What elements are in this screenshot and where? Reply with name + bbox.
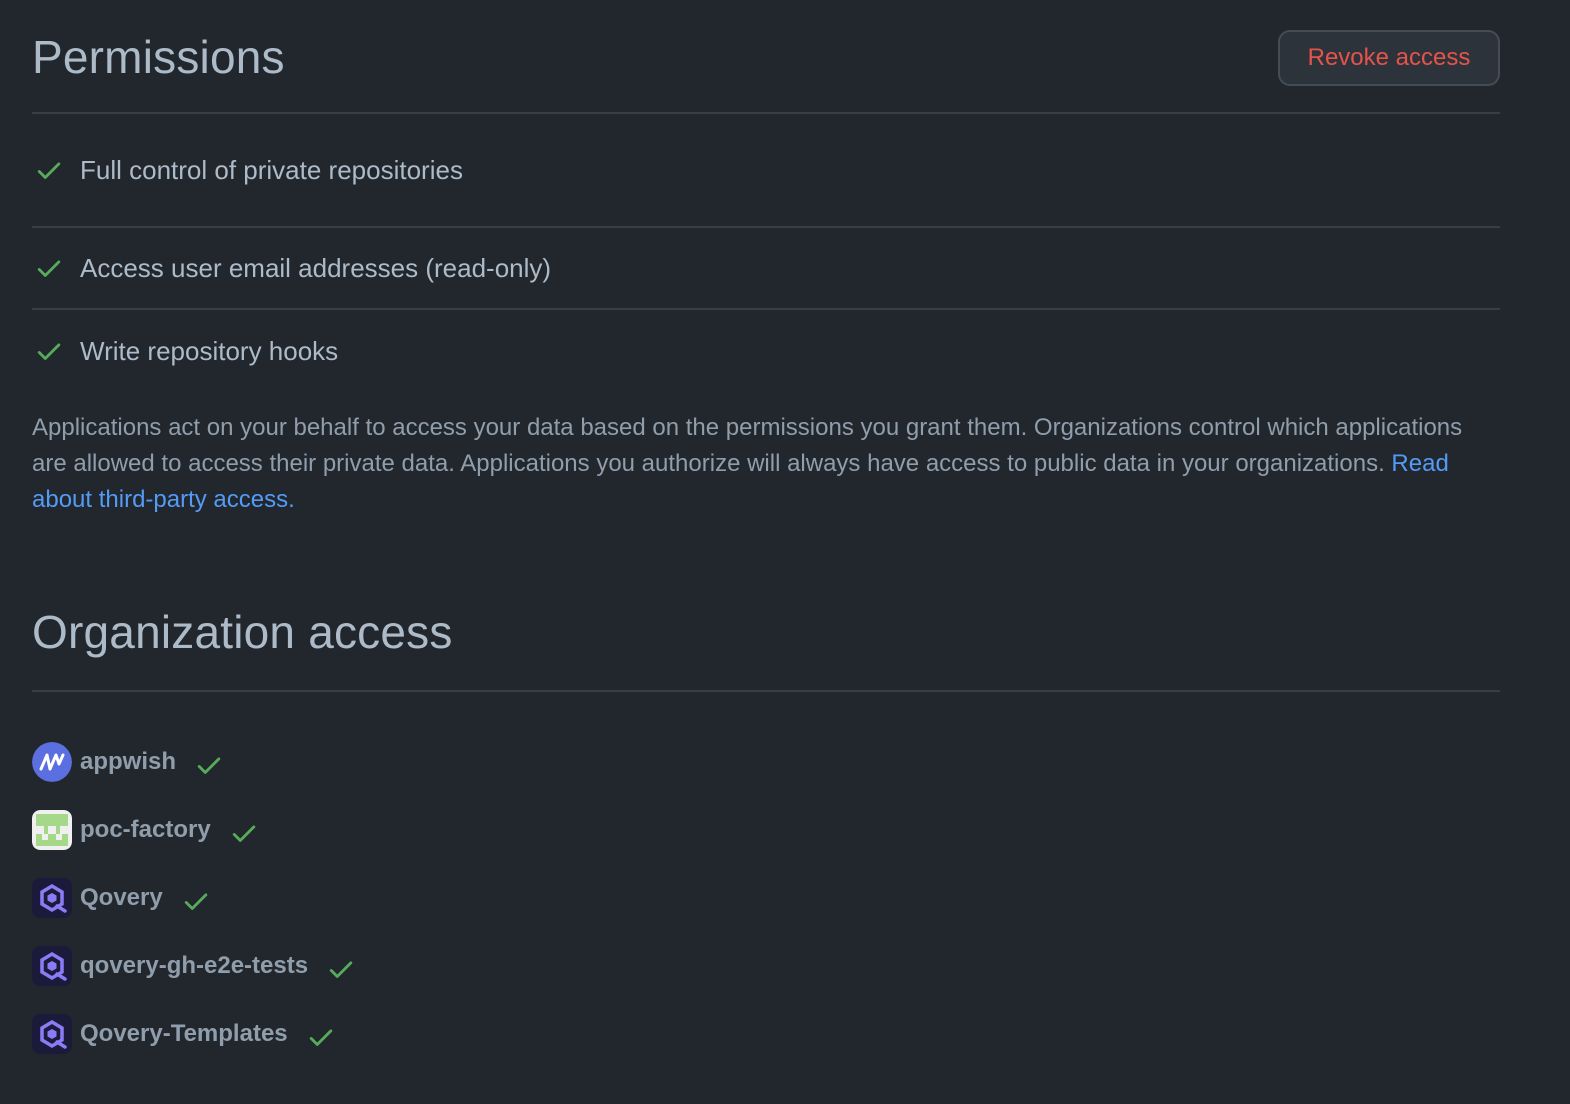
check-icon <box>197 757 221 774</box>
check-icon <box>184 893 207 910</box>
permissions-list: Full control of private repositories Acc… <box>32 114 1500 392</box>
permissions-description: Applications act on your behalf to acces… <box>32 410 1500 518</box>
organization-name[interactable]: appwish <box>80 748 176 776</box>
organization-access-title: Organization access <box>32 606 453 658</box>
description-text: Applications act on your behalf to acces… <box>32 414 1463 477</box>
permissions-header: Permissions Revoke access <box>32 0 1500 114</box>
poc-factory-identicon-icon <box>32 810 72 850</box>
permission-item: Full control of private repositories <box>32 114 1500 228</box>
check-icon <box>37 343 61 360</box>
check-icon <box>37 260 61 277</box>
qovery-logo-icon <box>32 1014 72 1054</box>
organization-name[interactable]: Qovery <box>80 884 163 912</box>
check-icon <box>309 1029 332 1046</box>
check-icon <box>37 162 61 179</box>
permissions-title: Permissions <box>32 31 285 83</box>
organization-item: qovery-gh-e2e-tests <box>32 932 1500 1000</box>
organization-list: appwish poc-factory Qovery qovery-gh-e2e… <box>32 728 1500 1068</box>
permission-label: Access user email addresses (read-only) <box>80 252 552 283</box>
permission-label: Write repository hooks <box>80 335 339 366</box>
permission-label: Full control of private repositories <box>80 154 463 185</box>
qovery-logo-icon <box>32 878 72 918</box>
main-content: Permissions Revoke access Full control o… <box>32 0 1500 1068</box>
organization-name[interactable]: poc-factory <box>80 816 211 844</box>
organization-name[interactable]: Qovery-Templates <box>80 1020 288 1048</box>
revoke-access-button[interactable]: Revoke access <box>1278 30 1500 86</box>
organization-item: appwish <box>32 728 1500 796</box>
permission-item: Access user email addresses (read-only) <box>32 228 1500 310</box>
organization-item: poc-factory <box>32 796 1500 864</box>
check-icon <box>329 961 353 978</box>
appwish-logo-icon <box>32 742 72 782</box>
organization-access-header: Organization access <box>32 606 1500 692</box>
permission-item: Write repository hooks <box>32 310 1500 392</box>
check-icon <box>232 825 255 842</box>
qovery-logo-icon <box>32 946 72 986</box>
organization-name[interactable]: qovery-gh-e2e-tests <box>80 952 308 980</box>
organization-item: Qovery <box>32 864 1500 932</box>
organization-item: Qovery-Templates <box>32 1000 1500 1068</box>
